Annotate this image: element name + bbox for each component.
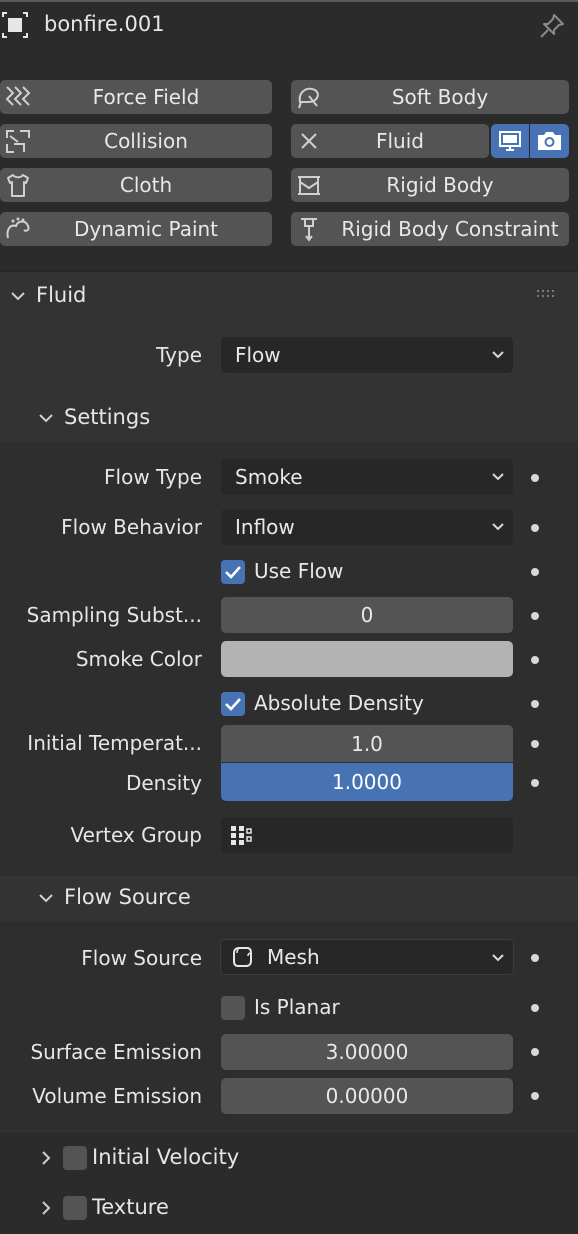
is-planar-checkbox[interactable] bbox=[221, 996, 245, 1020]
density-field[interactable]: 1.0000 bbox=[221, 763, 513, 801]
keyframe-dot[interactable] bbox=[531, 1004, 539, 1012]
dynamic-paint-button[interactable]: Dynamic Paint bbox=[0, 212, 272, 246]
absolute-density-checkbox[interactable] bbox=[221, 692, 245, 716]
cloth-label: Cloth bbox=[119, 173, 173, 197]
volume-emission-label: Volume Emission bbox=[32, 1084, 202, 1108]
force-field-button[interactable]: Force Field bbox=[0, 80, 272, 114]
volume-emission-field[interactable]: 0.00000 bbox=[221, 1078, 513, 1114]
checkmark-icon bbox=[225, 698, 241, 711]
chevron-down-icon[interactable] bbox=[10, 288, 26, 304]
chevron-down-icon[interactable] bbox=[38, 410, 54, 426]
flow-behavior-value: Inflow bbox=[235, 515, 295, 539]
force-field-icon bbox=[5, 86, 31, 106]
camera-icon bbox=[538, 132, 561, 150]
fluid-panel-title[interactable]: Fluid bbox=[36, 283, 86, 307]
initial-temperature-field[interactable]: 1.0 bbox=[221, 725, 513, 762]
cloth-icon bbox=[7, 174, 29, 197]
vertex-group-field[interactable] bbox=[221, 817, 513, 853]
collision-icon bbox=[6, 130, 30, 153]
object-icon bbox=[2, 12, 28, 38]
close-x-icon[interactable] bbox=[295, 128, 323, 154]
flow-behavior-label: Flow Behavior bbox=[61, 515, 202, 539]
rigid-body-constraint-button[interactable]: Rigid Body Constraint bbox=[291, 212, 569, 246]
collision-button[interactable]: Collision bbox=[0, 124, 272, 158]
keyframe-dot[interactable] bbox=[531, 612, 539, 620]
vertex-group-label: Vertex Group bbox=[70, 823, 202, 847]
keyframe-dot[interactable] bbox=[531, 474, 539, 482]
chevron-down-icon bbox=[492, 473, 504, 481]
rigid-body-label: Rigid Body bbox=[386, 173, 494, 197]
rigid-body-icon bbox=[298, 176, 320, 195]
flow-type-value: Smoke bbox=[235, 465, 303, 489]
surface-emission-label: Surface Emission bbox=[30, 1040, 202, 1064]
keyframe-dot[interactable] bbox=[531, 954, 539, 962]
settings-subpanel-title[interactable]: Settings bbox=[64, 405, 150, 429]
collision-label: Collision bbox=[104, 129, 188, 153]
pin-icon[interactable] bbox=[538, 12, 566, 40]
initial-velocity-checkbox[interactable] bbox=[63, 1146, 87, 1170]
smoke-color-swatch[interactable] bbox=[221, 641, 513, 677]
keyframe-dot[interactable] bbox=[531, 1092, 539, 1100]
dynamic-paint-label: Dynamic Paint bbox=[73, 217, 219, 241]
texture-checkbox[interactable] bbox=[63, 1196, 87, 1220]
initial-velocity-title[interactable]: Initial Velocity bbox=[92, 1145, 239, 1169]
type-label: Type bbox=[156, 343, 202, 367]
texture-title[interactable]: Texture bbox=[92, 1195, 169, 1219]
object-name[interactable]: bonfire.001 bbox=[44, 12, 165, 36]
panel-divider bbox=[0, 270, 578, 272]
mesh-cube-icon bbox=[233, 947, 252, 967]
show-in-viewport-toggle[interactable] bbox=[491, 124, 529, 158]
flow-source-dropdown[interactable]: Mesh bbox=[220, 939, 514, 975]
keyframe-dot[interactable] bbox=[531, 656, 539, 664]
density-label: Density bbox=[125, 771, 202, 795]
chevron-down-icon bbox=[492, 351, 504, 359]
keyframe-dot[interactable] bbox=[531, 1048, 539, 1056]
monitor-icon bbox=[499, 131, 521, 151]
keyframe-dot[interactable] bbox=[531, 700, 539, 708]
type-value: Flow bbox=[235, 343, 281, 367]
sampling-substeps-label: Sampling Subst... bbox=[26, 603, 202, 627]
chevron-down-icon[interactable] bbox=[38, 890, 54, 906]
checkmark-icon bbox=[225, 566, 241, 579]
vertex-group-icon bbox=[231, 826, 252, 845]
flow-source-label: Flow Source bbox=[81, 946, 202, 970]
flow-type-dropdown[interactable]: Smoke bbox=[221, 459, 513, 495]
initial-temperature-label: Initial Temperat... bbox=[27, 731, 202, 755]
show-in-render-toggle[interactable] bbox=[530, 124, 569, 158]
header-divider bbox=[0, 0, 578, 2]
keyframe-dot[interactable] bbox=[531, 524, 539, 532]
collapsed-subpanels bbox=[0, 1132, 578, 1234]
chevron-right-icon[interactable] bbox=[38, 1200, 54, 1216]
dynamic-paint-icon bbox=[6, 217, 30, 239]
flow-source-value: Mesh bbox=[267, 945, 320, 969]
absolute-density-label[interactable]: Absolute Density bbox=[254, 691, 424, 715]
fluid-button[interactable]: Fluid bbox=[291, 124, 489, 158]
chevron-right-icon[interactable] bbox=[38, 1150, 54, 1166]
drag-handle-icon[interactable] bbox=[536, 288, 558, 300]
use-flow-checkbox[interactable] bbox=[221, 560, 245, 584]
keyframe-dot[interactable] bbox=[531, 779, 539, 787]
sampling-substeps-field[interactable]: 0 bbox=[221, 597, 513, 633]
type-dropdown[interactable]: Flow bbox=[221, 337, 513, 373]
keyframe-dot[interactable] bbox=[531, 740, 539, 748]
is-planar-label[interactable]: Is Planar bbox=[254, 995, 340, 1019]
cloth-button[interactable]: Cloth bbox=[0, 168, 272, 202]
chevron-down-icon bbox=[492, 523, 504, 531]
rigid-body-constraint-label: Rigid Body Constraint bbox=[341, 217, 559, 241]
chevron-down-icon bbox=[492, 954, 504, 962]
keyframe-dot[interactable] bbox=[531, 568, 539, 576]
rigid-body-button[interactable]: Rigid Body bbox=[291, 168, 569, 202]
smoke-color-label: Smoke Color bbox=[75, 647, 202, 671]
flow-behavior-dropdown[interactable]: Inflow bbox=[221, 509, 513, 545]
soft-body-label: Soft Body bbox=[391, 85, 489, 109]
soft-body-button[interactable]: Soft Body bbox=[291, 80, 569, 114]
soft-body-icon bbox=[298, 87, 319, 109]
flow-type-label: Flow Type bbox=[104, 465, 202, 489]
use-flow-label[interactable]: Use Flow bbox=[254, 559, 343, 583]
surface-emission-field[interactable]: 3.00000 bbox=[221, 1034, 513, 1070]
rigid-body-constraint-icon bbox=[301, 218, 317, 242]
flow-source-subpanel-title[interactable]: Flow Source bbox=[64, 885, 191, 909]
force-field-label: Force Field bbox=[92, 85, 200, 109]
